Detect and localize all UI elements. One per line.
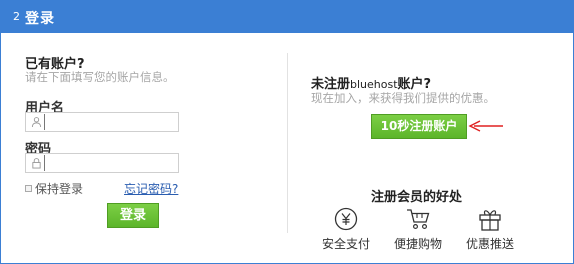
username-field[interactable] [25,112,179,132]
benefit-label-promotions: 优惠推送 [465,237,514,251]
password-field[interactable] [25,153,179,173]
shopping-cart-icon [407,209,430,230]
login-hint: 请在下面填写您的账户信息。 [25,70,175,84]
remember-checkbox[interactable] [25,185,32,192]
column-divider [287,53,288,233]
forgot-password-link[interactable]: 忘记密码? [124,180,178,197]
user-icon [31,117,42,128]
remember-label: 保持登录 [35,182,84,196]
register-hint: 现在加入，来获得我们提供的优惠。 [311,91,495,105]
password-input[interactable] [44,155,174,171]
red-arrow-icon [468,120,503,132]
benefit-label-payment: 安全支付 [321,237,370,251]
lock-icon [32,158,41,169]
step-number: 2 [13,10,20,23]
benefit-easy-shopping: 便捷购物 [388,206,448,252]
gift-icon [479,210,501,231]
benefits-title: 注册会员的好处 [371,190,463,205]
register-button[interactable]: 10秒注册账户 [371,114,467,139]
benefit-secure-payment: 安全支付 [316,206,376,252]
login-panel: 2 登录 已有账户? 请在下面填写您的账户信息。 用户名 密码 保持登录 忘记密… [0,0,574,264]
yen-coin-icon [334,207,358,231]
login-button[interactable]: 登录 [107,203,159,228]
panel-header: 2 登录 [1,1,573,33]
benefit-label-shopping: 便捷购物 [393,237,442,251]
username-input[interactable] [44,114,174,130]
remember-me[interactable]: 保持登录 [25,180,83,197]
benefit-promotions: 优惠推送 [460,206,520,252]
panel-title: 登录 [25,11,55,27]
